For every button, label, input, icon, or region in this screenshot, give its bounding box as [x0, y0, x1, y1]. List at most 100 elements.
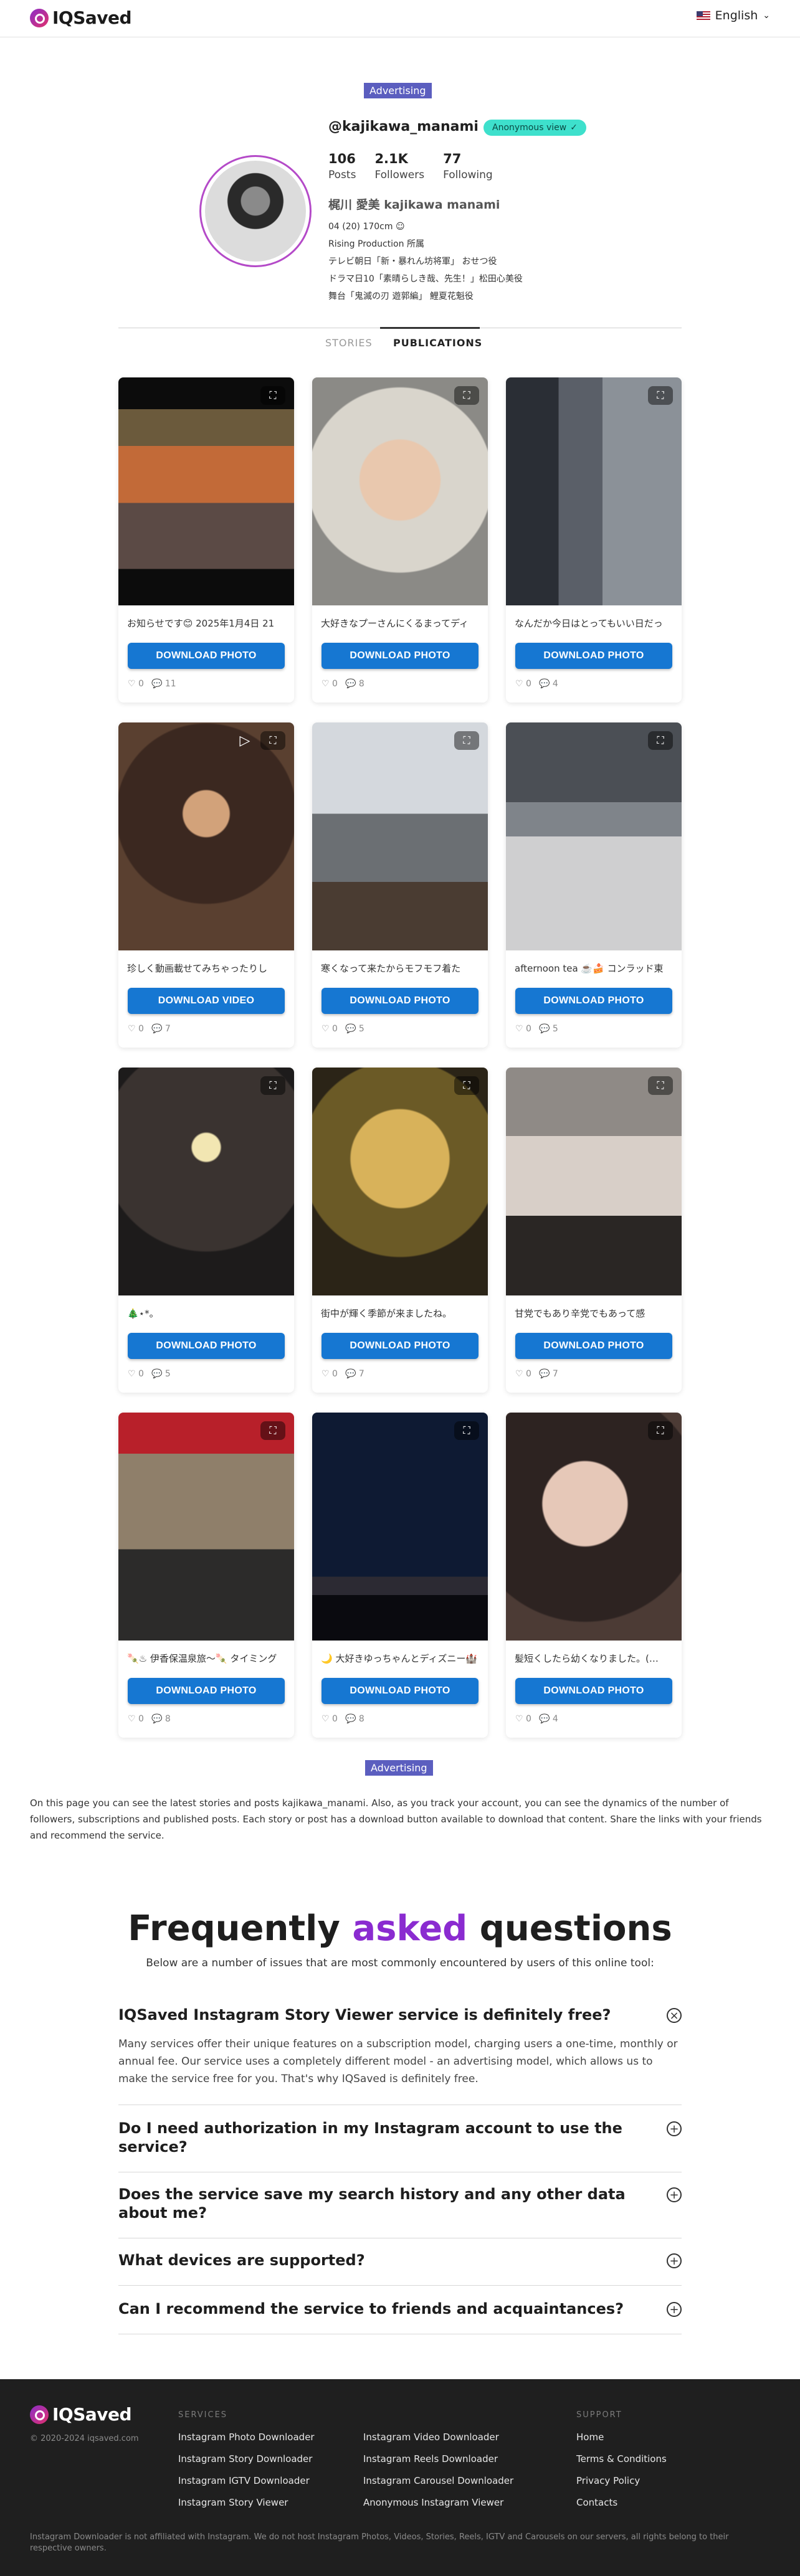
plus-circle-icon[interactable]: +: [667, 2121, 682, 2136]
footer-link[interactable]: Anonymous Instagram Viewer: [363, 2497, 503, 2508]
footer-link[interactable]: Instagram Story Viewer: [178, 2497, 288, 2508]
heart-icon: ♡ 0: [515, 1369, 531, 1379]
comment-icon: 💬 11: [151, 679, 176, 689]
post-caption: 珍しく動画載せてみちゃったりし: [127, 963, 268, 974]
close-circle-icon[interactable]: ×: [667, 2008, 682, 2023]
footer-link[interactable]: Instagram Story Downloader: [178, 2453, 312, 2465]
footer-link[interactable]: Instagram Carousel Downloader: [363, 2475, 513, 2486]
expand-icon[interactable]: ⛶: [260, 1421, 285, 1440]
post-image[interactable]: [312, 722, 488, 950]
download-button[interactable]: DOWNLOAD PHOTO: [515, 1333, 672, 1359]
post-caption: 髪短くしたら幼くなりました。(…: [515, 1653, 659, 1664]
expand-icon[interactable]: ⛶: [454, 386, 479, 405]
post-image[interactable]: [312, 1413, 488, 1641]
heart-icon: ♡ 0: [515, 1714, 531, 1724]
post-image[interactable]: [118, 377, 294, 605]
expand-icon[interactable]: ⛶: [260, 386, 285, 405]
post-meta: ♡ 0 💬 11: [128, 679, 176, 689]
post-image[interactable]: [506, 1068, 682, 1295]
download-button[interactable]: DOWNLOAD PHOTO: [321, 988, 479, 1014]
plus-circle-icon[interactable]: +: [667, 2187, 682, 2202]
plus-circle-icon[interactable]: +: [667, 2302, 682, 2317]
advertising-label-bottom: Advertising: [365, 1760, 433, 1776]
post-image[interactable]: [312, 1068, 488, 1295]
heart-icon: ♡ 0: [321, 679, 338, 689]
plus-circle-icon[interactable]: +: [667, 2253, 682, 2268]
heart-icon: ♡ 0: [321, 1369, 338, 1379]
post-card: ⛶ お知らせです😊 2025年1月4日 21 DOWNLOAD PHOTO ♡ 0 💬 …: [118, 377, 294, 703]
footer-link[interactable]: Instagram IGTV Downloader: [178, 2475, 310, 2486]
footer-link[interactable]: Home: [576, 2432, 604, 2443]
faq-subtitle: Below are a number of issues that are mo…: [146, 1957, 654, 1969]
check-circle-icon: ✓: [570, 123, 578, 133]
post-caption: 🍡♨︎ 伊香保温泉旅〜🍡 タイミング: [127, 1653, 277, 1664]
expand-icon[interactable]: ⛶: [648, 386, 673, 405]
expand-icon[interactable]: ⛶: [454, 1076, 479, 1095]
post-image[interactable]: [312, 377, 488, 605]
play-icon[interactable]: ▷: [236, 731, 254, 750]
download-button[interactable]: DOWNLOAD PHOTO: [321, 1678, 479, 1704]
comment-icon: 💬 5: [538, 1024, 558, 1034]
footer-link[interactable]: Instagram Photo Downloader: [178, 2432, 315, 2443]
download-button[interactable]: DOWNLOAD PHOTO: [128, 1333, 285, 1359]
post-meta: ♡ 0 💬 8: [321, 1714, 364, 1724]
expand-icon[interactable]: ⛶: [260, 1076, 285, 1095]
language-label: English: [715, 9, 758, 22]
post-card: ⛶ 🎄⋆*。 DOWNLOAD PHOTO ♡ 0 💬 5: [118, 1068, 294, 1393]
tab-stories[interactable]: STORIES: [325, 337, 373, 349]
comment-icon: 💬 4: [538, 679, 558, 689]
language-selector[interactable]: English ⌄: [696, 9, 770, 22]
post-card: ⛶ afternoon tea ☕️🍰 コンラッド東 DOWNLOAD PHOTO ♡…: [506, 722, 682, 1048]
faq-item-recommend[interactable]: Can I recommend the service to friends a…: [118, 2299, 682, 2334]
download-button[interactable]: DOWNLOAD PHOTO: [128, 643, 285, 669]
tab-publications[interactable]: PUBLICATIONS: [393, 337, 482, 349]
logo-text: IQSaved: [52, 7, 132, 28]
footer-link[interactable]: Privacy Policy: [576, 2475, 640, 2486]
post-image[interactable]: [118, 1068, 294, 1295]
expand-icon[interactable]: ⛶: [260, 731, 285, 750]
download-button[interactable]: DOWNLOAD PHOTO: [321, 643, 479, 669]
post-image[interactable]: [506, 1413, 682, 1641]
expand-icon[interactable]: ⛶: [454, 731, 479, 750]
comment-icon: 💬 8: [345, 1714, 364, 1724]
footer-link[interactable]: Instagram Reels Downloader: [363, 2453, 498, 2465]
post-card: ⛶ 髪短くしたら幼くなりました。(… DOWNLOAD PHOTO ♡ 0 💬 4: [506, 1413, 682, 1738]
copyright: © 2020-2024 iqsaved.com: [30, 2434, 139, 2443]
post-image[interactable]: [506, 722, 682, 950]
post-image[interactable]: [118, 1413, 294, 1641]
footer-link[interactable]: Contacts: [576, 2497, 617, 2508]
download-button[interactable]: DOWNLOAD PHOTO: [515, 643, 672, 669]
expand-icon[interactable]: ⛶: [648, 1076, 673, 1095]
services-title: SERVICES: [178, 2410, 228, 2420]
post-caption: 街中が輝く季節が来ましたね。: [321, 1308, 452, 1319]
faq-item-history[interactable]: Does the service save my search history …: [118, 2185, 682, 2238]
logo-icon: [30, 8, 49, 27]
expand-icon[interactable]: ⛶: [648, 1421, 673, 1440]
anonymous-view-badge: Anonymous view ✓: [483, 120, 586, 136]
expand-icon[interactable]: ⛶: [648, 731, 673, 750]
post-caption: 🌙 大好きゆっちゃんとディズニー🏰: [321, 1653, 478, 1664]
post-image[interactable]: [506, 377, 682, 605]
download-button[interactable]: DOWNLOAD PHOTO: [128, 1678, 285, 1704]
site-logo[interactable]: IQSaved: [30, 7, 132, 28]
heart-icon: ♡ 0: [321, 1714, 338, 1724]
footer-logo[interactable]: IQSaved: [30, 2404, 132, 2425]
faq-item-devices[interactable]: What devices are supported? +: [118, 2251, 682, 2286]
heart-icon: ♡ 0: [128, 679, 144, 689]
download-button[interactable]: DOWNLOAD VIDEO: [128, 988, 285, 1014]
post-image[interactable]: [118, 722, 294, 950]
faq-item-free[interactable]: IQSaved Instagram Story Viewer service i…: [118, 2005, 682, 2105]
faq-item-authorization[interactable]: Do I need authorization in my Instagram …: [118, 2119, 682, 2172]
post-card: ⛶ なんだか今日はとってもいい日だっ DOWNLOAD PHOTO ♡ 0 💬 4: [506, 377, 682, 703]
site-header: IQSaved English ⌄: [0, 0, 800, 37]
post-card: ⛶ 🌙 大好きゆっちゃんとディズニー🏰 DOWNLOAD PHOTO ♡ 0 💬 8: [312, 1413, 488, 1738]
comment-icon: 💬 8: [151, 1714, 171, 1724]
footer-link[interactable]: Terms & Conditions: [576, 2453, 667, 2465]
post-meta: ♡ 0 💬 4: [515, 679, 558, 689]
download-button[interactable]: DOWNLOAD PHOTO: [321, 1333, 479, 1359]
download-button[interactable]: DOWNLOAD PHOTO: [515, 988, 672, 1014]
stat-posts: 106 Posts: [328, 151, 356, 181]
download-button[interactable]: DOWNLOAD PHOTO: [515, 1678, 672, 1704]
expand-icon[interactable]: ⛶: [454, 1421, 479, 1440]
footer-link[interactable]: Instagram Video Downloader: [363, 2432, 499, 2443]
